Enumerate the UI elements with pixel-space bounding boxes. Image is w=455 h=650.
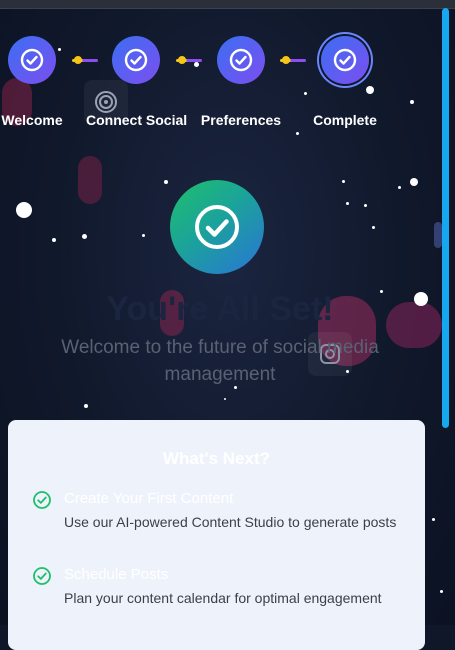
onboarding-stepper: Welcome Connect Social Preferences Compl… bbox=[0, 36, 440, 136]
step-connect-social[interactable]: Connect Social bbox=[86, 36, 188, 128]
page-subtitle: Welcome to the future of social media ma… bbox=[61, 337, 379, 385]
window-topbar bbox=[0, 0, 455, 9]
list-item-title: Create Your First Content bbox=[64, 490, 234, 507]
check-circle-icon bbox=[8, 36, 56, 84]
check-circle-icon bbox=[217, 36, 265, 84]
card-heading: What's Next? bbox=[163, 449, 270, 468]
whats-next-card: What's Next? Create Your First Content U… bbox=[8, 420, 425, 650]
step-welcome[interactable]: Welcome bbox=[0, 36, 82, 128]
list-item-title: Schedule Posts bbox=[64, 566, 169, 583]
list-item-description: Plan your content calendar for optimal e… bbox=[64, 590, 382, 606]
list-item-description: Use our AI-powered Content Studio to gen… bbox=[64, 514, 397, 530]
check-circle-icon bbox=[32, 490, 52, 510]
step-label: Connect Social bbox=[86, 112, 188, 128]
check-circle-icon bbox=[32, 566, 52, 586]
check-circle-icon bbox=[321, 36, 369, 84]
step-label: Complete bbox=[313, 112, 377, 128]
step-label: Welcome bbox=[1, 112, 63, 128]
scrollbar[interactable] bbox=[442, 8, 449, 428]
step-preferences[interactable]: Preferences bbox=[191, 36, 291, 128]
page-title: You're All Set! bbox=[106, 290, 334, 328]
step-complete[interactable]: Complete bbox=[295, 36, 395, 128]
decor-blob bbox=[78, 156, 102, 204]
check-circle-icon bbox=[112, 36, 160, 84]
success-check-icon bbox=[170, 180, 264, 274]
step-label: Preferences bbox=[200, 112, 282, 128]
decor-blob bbox=[434, 222, 442, 248]
